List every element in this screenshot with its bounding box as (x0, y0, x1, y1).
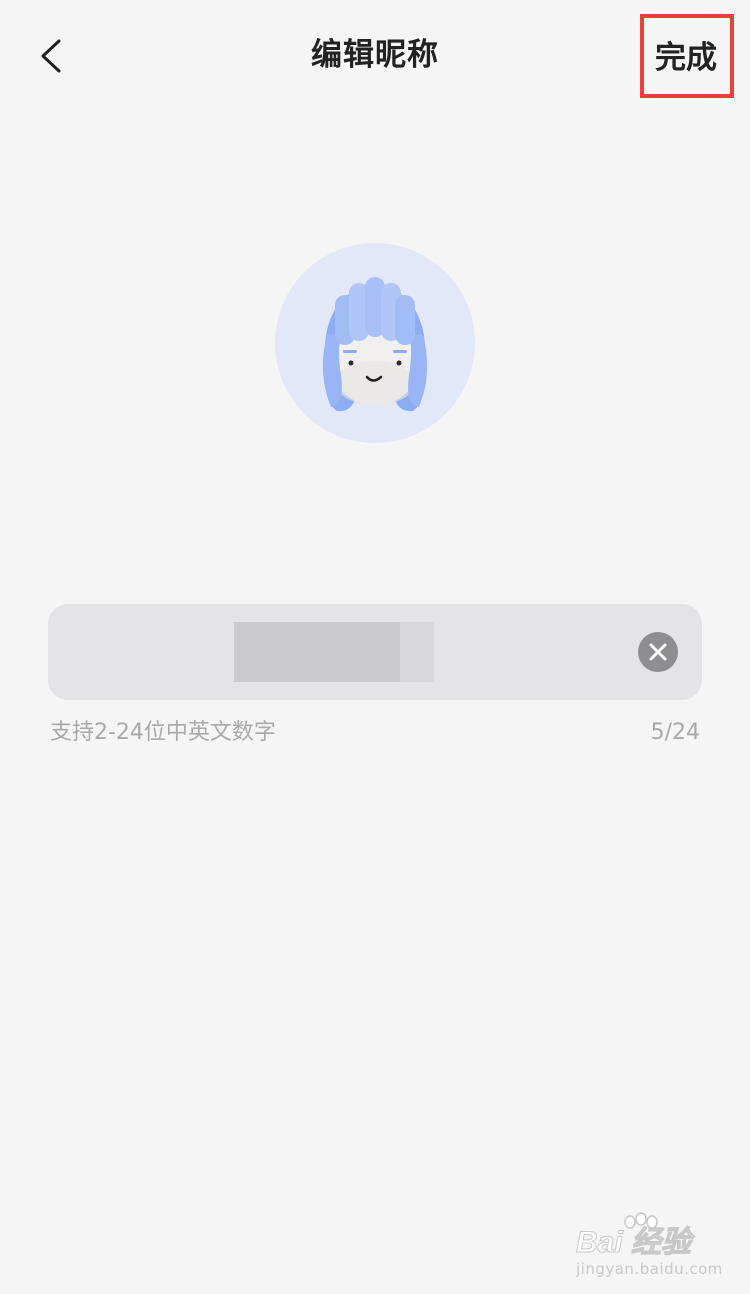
clear-icon (638, 632, 678, 672)
watermark-url: jingyan.baidu.com (576, 1260, 723, 1278)
input-hint: 支持2-24位中英文数字 (50, 720, 276, 745)
avatar-image (322, 277, 428, 412)
avatar[interactable] (275, 243, 475, 443)
header-bar: 编辑昵称 完成 (0, 0, 750, 112)
redacted-nickname-tail (400, 622, 434, 682)
nickname-input-box (48, 604, 702, 702)
char-counter: 5/24 (650, 720, 700, 745)
done-button[interactable]: 完成 (640, 14, 734, 98)
watermark-logo: Bai 经验 (575, 1226, 692, 1260)
page-title: 编辑昵称 (311, 37, 439, 73)
watermark: Bai 经验 jingyan.baidu.com (574, 1212, 724, 1282)
clear-button[interactable] (638, 632, 678, 672)
redacted-nickname (234, 622, 400, 682)
